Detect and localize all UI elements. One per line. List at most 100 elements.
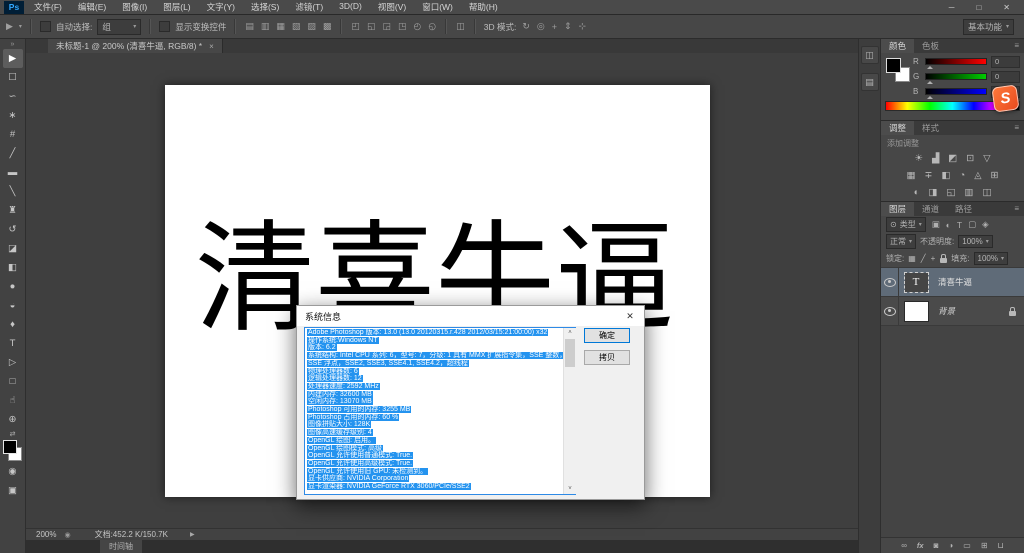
distribute-bottom-icon[interactable]: ◲ — [381, 21, 392, 32]
eraser-tool[interactable]: ◪ — [3, 239, 23, 258]
filter-type-layer-icon[interactable]: T — [957, 220, 962, 230]
marquee-tool[interactable]: ☐ — [3, 68, 23, 87]
menu-file[interactable]: 文件(F) — [34, 1, 62, 13]
blur-tool[interactable]: ● — [3, 277, 23, 296]
panel-menu-icon[interactable]: ≡ — [1014, 202, 1024, 216]
panel-menu-icon[interactable]: ≡ — [1014, 39, 1024, 53]
vibrance-icon[interactable]: ▽ — [983, 153, 990, 164]
swap-colors-icon[interactable]: ⇄ — [10, 431, 16, 439]
curves-icon[interactable]: ◩ — [948, 153, 957, 164]
copy-button[interactable]: 拷贝 — [584, 350, 630, 365]
distribute-vcenter-icon[interactable]: ◱ — [366, 21, 377, 32]
auto-select-dropdown[interactable]: 组 ▾ — [97, 18, 142, 35]
filter-pixel-layer-icon[interactable]: ▣ — [932, 219, 940, 230]
lasso-tool[interactable]: ∽ — [3, 87, 23, 106]
lock-pixels-icon[interactable]: ╱ — [921, 254, 926, 263]
menu-3d[interactable]: 3D(D) — [339, 1, 362, 13]
menu-filter[interactable]: 滤镜(T) — [295, 1, 323, 13]
maximize-button[interactable]: □ — [976, 3, 981, 12]
history-panel-icon[interactable]: ◫ — [860, 46, 879, 64]
new-adjustment-layer-icon[interactable]: ◑ — [948, 541, 953, 550]
screenshot-app-badge[interactable]: S — [991, 84, 1020, 113]
tab-close-icon[interactable]: × — [209, 42, 214, 51]
menu-type[interactable]: 文字(Y) — [207, 1, 235, 13]
status-expand-icon[interactable]: ▶ — [190, 531, 195, 538]
background-layer-thumbnail[interactable] — [903, 300, 929, 322]
workspace-dropdown[interactable]: 基本功能 ▾ — [962, 18, 1014, 35]
quick-mask-button[interactable]: ◉ — [3, 462, 23, 481]
panel-menu-icon[interactable]: ≡ — [1014, 121, 1024, 135]
menu-edit[interactable]: 编辑(E) — [78, 1, 106, 13]
black-white-icon[interactable]: ◧ — [941, 170, 950, 181]
gradient-tool[interactable]: ◧ — [3, 258, 23, 277]
dialog-title-bar[interactable]: 系统信息 ✕ — [297, 306, 644, 326]
brush-tool[interactable]: ╲ — [3, 182, 23, 201]
new-group-icon[interactable]: ▭ — [963, 541, 971, 550]
align-vcenter-icon[interactable]: ▥ — [260, 21, 271, 32]
lock-transparency-icon[interactable]: ▦ — [908, 254, 916, 263]
menu-help[interactable]: 帮助(H) — [469, 1, 498, 13]
invert-icon[interactable]: ◐ — [914, 187, 920, 198]
auto-select-checkbox[interactable] — [39, 21, 51, 32]
move-tool[interactable]: ▶ — [2, 49, 23, 68]
tool-preset-caret-icon[interactable]: ▾ — [19, 23, 22, 30]
crop-tool[interactable]: # — [3, 125, 23, 144]
scroll-down-icon[interactable]: ˅ — [564, 484, 576, 494]
3d-scale-icon[interactable]: ⊹ — [578, 21, 588, 32]
properties-panel-icon[interactable]: ▤ — [860, 73, 879, 91]
filter-smart-object-icon[interactable]: ◈ — [982, 219, 989, 230]
color-balance-icon[interactable]: ∓ — [925, 170, 933, 181]
filter-shape-layer-icon[interactable]: ▢ — [968, 219, 976, 230]
distribute-top-icon[interactable]: ◰ — [350, 21, 361, 32]
menu-image[interactable]: 图像(I) — [122, 1, 147, 13]
link-layers-icon[interactable]: ∞ — [901, 541, 907, 550]
clone-stamp-tool[interactable]: ♜ — [3, 201, 23, 220]
history-brush-tool[interactable]: ↺ — [3, 220, 23, 239]
tab-color[interactable]: 颜色 — [881, 39, 915, 53]
screen-mode-button[interactable]: ▣ — [3, 481, 23, 500]
posterize-icon[interactable]: ◨ — [928, 187, 937, 198]
opacity-dropdown[interactable]: 100% ▾ — [958, 235, 993, 248]
visibility-cell[interactable] — [881, 297, 899, 325]
timeline-tab[interactable]: 时间轴 — [100, 540, 142, 553]
system-info-text[interactable]: Adobe Photoshop 版本: 13.0 (13.0 20120315.… — [304, 327, 576, 495]
menu-select[interactable]: 选择(S) — [251, 1, 279, 13]
rectangle-tool[interactable]: □ — [3, 372, 23, 391]
dialog-scrollbar[interactable]: ˄ ˅ — [563, 328, 576, 494]
hue-saturation-icon[interactable]: ▦ — [907, 170, 916, 181]
close-button[interactable]: ✕ — [1003, 3, 1010, 12]
scrollbar-thumb[interactable] — [565, 339, 575, 367]
ok-button[interactable]: 确定 — [584, 328, 630, 343]
3d-drag-icon[interactable]: + — [551, 22, 558, 32]
menu-view[interactable]: 视图(V) — [378, 1, 406, 13]
eyedropper-tool[interactable]: ╱ — [3, 144, 23, 163]
red-channel-value[interactable]: 0 — [991, 55, 1020, 68]
layer-style-icon[interactable]: fx — [917, 541, 924, 550]
pen-tool[interactable]: ♦ — [3, 315, 23, 334]
fill-dropdown[interactable]: 100% ▾ — [973, 252, 1009, 265]
exposure-icon[interactable]: ⊡ — [966, 153, 974, 164]
new-layer-icon[interactable]: ⊞ — [981, 541, 988, 550]
align-right-icon[interactable]: ▩ — [322, 21, 333, 32]
color-lookup-icon[interactable]: ⊞ — [991, 170, 999, 181]
filter-adjustment-layer-icon[interactable]: ◐ — [946, 220, 951, 230]
delete-layer-icon[interactable]: ⊔ — [998, 541, 1004, 550]
tab-styles[interactable]: 样式 — [914, 121, 947, 135]
dodge-tool[interactable]: ◒ — [3, 296, 23, 315]
blue-channel-slider[interactable] — [925, 88, 987, 99]
zoom-tool[interactable]: ⊕ — [3, 410, 23, 429]
type-tool[interactable]: T — [3, 334, 23, 353]
lock-all-icon[interactable] — [940, 254, 948, 263]
green-channel-value[interactable]: 0 — [991, 70, 1020, 83]
hand-tool[interactable]: ☝ — [3, 391, 23, 410]
lock-position-icon[interactable]: + — [931, 254, 936, 263]
align-hcenter-icon[interactable]: ▨ — [306, 21, 317, 32]
distribute-left-icon[interactable]: ◳ — [397, 21, 408, 32]
scroll-up-icon[interactable]: ˄ — [564, 328, 576, 338]
menu-layer[interactable]: 图层(L) — [163, 1, 190, 13]
path-selection-tool[interactable]: ▷ — [3, 353, 23, 372]
layer-name[interactable]: 清喜牛逼 — [938, 276, 972, 288]
3d-roll-icon[interactable]: ◎ — [536, 21, 546, 32]
blend-mode-dropdown[interactable]: 正常 ▾ — [886, 234, 917, 249]
green-channel-slider[interactable] — [925, 73, 987, 84]
